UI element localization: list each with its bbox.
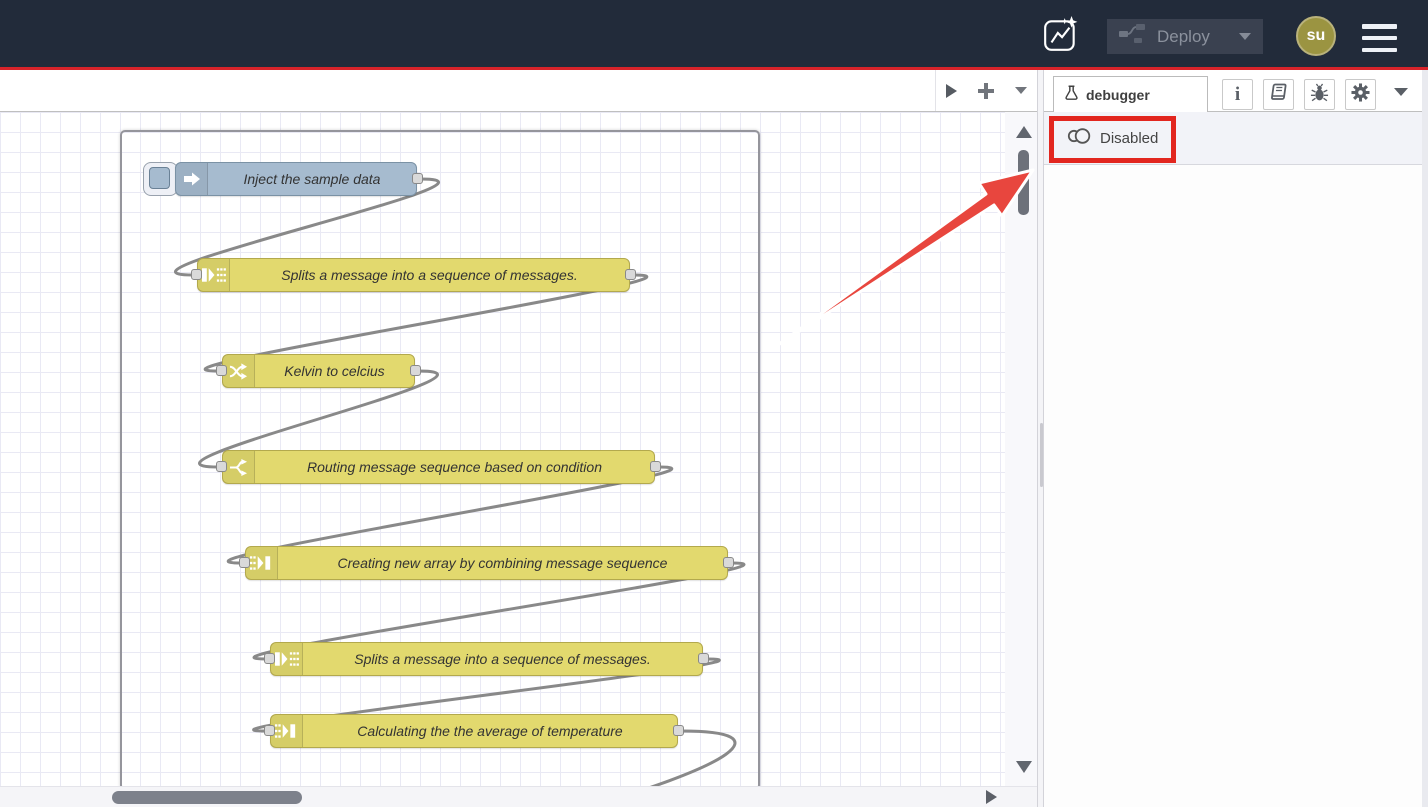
toggle-label: Disabled (1100, 130, 1158, 147)
output-port[interactable] (650, 461, 661, 472)
scroll-up-arrow[interactable] (1016, 126, 1032, 138)
info-icon: i (1235, 84, 1240, 106)
join-icon (271, 715, 303, 747)
deploy-label: Deploy (1157, 27, 1210, 47)
sidebar: debugger i Disabled (1044, 70, 1428, 807)
input-port[interactable] (264, 725, 275, 736)
input-port[interactable] (216, 365, 227, 376)
flow-node-inject[interactable]: Inject the sample data (175, 162, 417, 196)
flow-node-change[interactable]: Kelvin to celcius (222, 354, 415, 388)
node-label: Calculating the the average of temperatu… (303, 715, 677, 747)
resize-handle[interactable] (1040, 423, 1043, 487)
book-icon (1269, 83, 1289, 106)
deploy-icon (1119, 24, 1145, 49)
avatar-initials: su (1307, 27, 1326, 45)
workspace-tabbar (0, 70, 1037, 112)
node-label: Inject the sample data (208, 163, 416, 195)
switch-icon (223, 451, 255, 483)
info-button[interactable]: i (1222, 79, 1253, 110)
debug-button[interactable] (1304, 79, 1335, 110)
inject-button[interactable] (143, 162, 178, 196)
flow-node-split[interactable]: Splits a message into a sequence of mess… (197, 258, 630, 292)
flow-node-join[interactable]: Creating new array by combining message … (245, 546, 728, 580)
chevron-down-icon[interactable] (1394, 88, 1408, 96)
flow-list-icon[interactable] (1015, 87, 1027, 94)
input-port[interactable] (264, 653, 275, 664)
debug-messages-panel (1044, 165, 1422, 807)
output-port[interactable] (673, 725, 684, 736)
node-label: Kelvin to celcius (255, 355, 414, 387)
user-avatar[interactable]: su (1296, 16, 1336, 56)
toggle-off-icon (1066, 127, 1092, 150)
output-port[interactable] (625, 269, 636, 280)
input-port[interactable] (216, 461, 227, 472)
node-label: Routing message sequence based on condit… (255, 451, 654, 483)
split-icon (198, 259, 230, 291)
library-button[interactable] (1263, 79, 1294, 110)
inject-button-pad (149, 167, 170, 189)
settings-button[interactable] (1345, 79, 1376, 110)
output-port[interactable] (410, 365, 421, 376)
deploy-button[interactable]: Deploy (1107, 19, 1263, 54)
debug-toolbar: Disabled (1044, 112, 1422, 165)
tab-debugger[interactable]: debugger (1053, 76, 1208, 113)
flow-node-join[interactable]: Calculating the the average of temperatu… (270, 714, 678, 748)
scroll-right-icon[interactable] (946, 84, 957, 98)
flow-canvas[interactable]: Inject the sample data Splits a message i… (0, 112, 1037, 786)
canvas-vscroll-thumb[interactable] (1018, 150, 1029, 215)
node-label: Splits a message into a sequence of mess… (230, 259, 629, 291)
scroll-right-arrow[interactable] (986, 790, 997, 804)
add-flow-icon[interactable] (978, 83, 994, 99)
node-red-editor: Deploy su Inject the sample data Splits a… (0, 0, 1428, 807)
node-label: Creating new array by combining message … (278, 547, 727, 579)
tab-label: debugger (1086, 87, 1150, 103)
bug-icon (1310, 83, 1329, 107)
gear-icon (1351, 83, 1370, 107)
ai-assistant-icon[interactable] (1042, 15, 1080, 53)
flow-node-switch[interactable]: Routing message sequence based on condit… (222, 450, 655, 484)
flask-icon (1064, 84, 1079, 106)
join-icon (246, 547, 278, 579)
output-port[interactable] (698, 653, 709, 664)
output-port[interactable] (723, 557, 734, 568)
inject-icon (176, 163, 208, 195)
node-label: Splits a message into a sequence of mess… (303, 643, 702, 675)
sidebar-header: debugger i (1044, 70, 1428, 112)
output-port[interactable] (412, 173, 423, 184)
canvas-hscroll-thumb[interactable] (112, 791, 302, 804)
split-icon (271, 643, 303, 675)
input-port[interactable] (191, 269, 202, 280)
debug-disabled-toggle[interactable]: Disabled (1058, 121, 1173, 155)
scroll-down-arrow[interactable] (1016, 761, 1032, 773)
deploy-dropdown-icon[interactable] (1239, 33, 1251, 40)
hamburger-menu-icon[interactable] (1362, 24, 1397, 52)
sidebar-scrollbar[interactable] (1422, 70, 1428, 807)
sidebar-resize-separator[interactable] (1037, 70, 1044, 807)
flow-node-split[interactable]: Splits a message into a sequence of mess… (270, 642, 703, 676)
input-port[interactable] (239, 557, 250, 568)
header: Deploy su (0, 0, 1428, 67)
canvas-hscroll-track (0, 786, 1037, 807)
change-icon (223, 355, 255, 387)
